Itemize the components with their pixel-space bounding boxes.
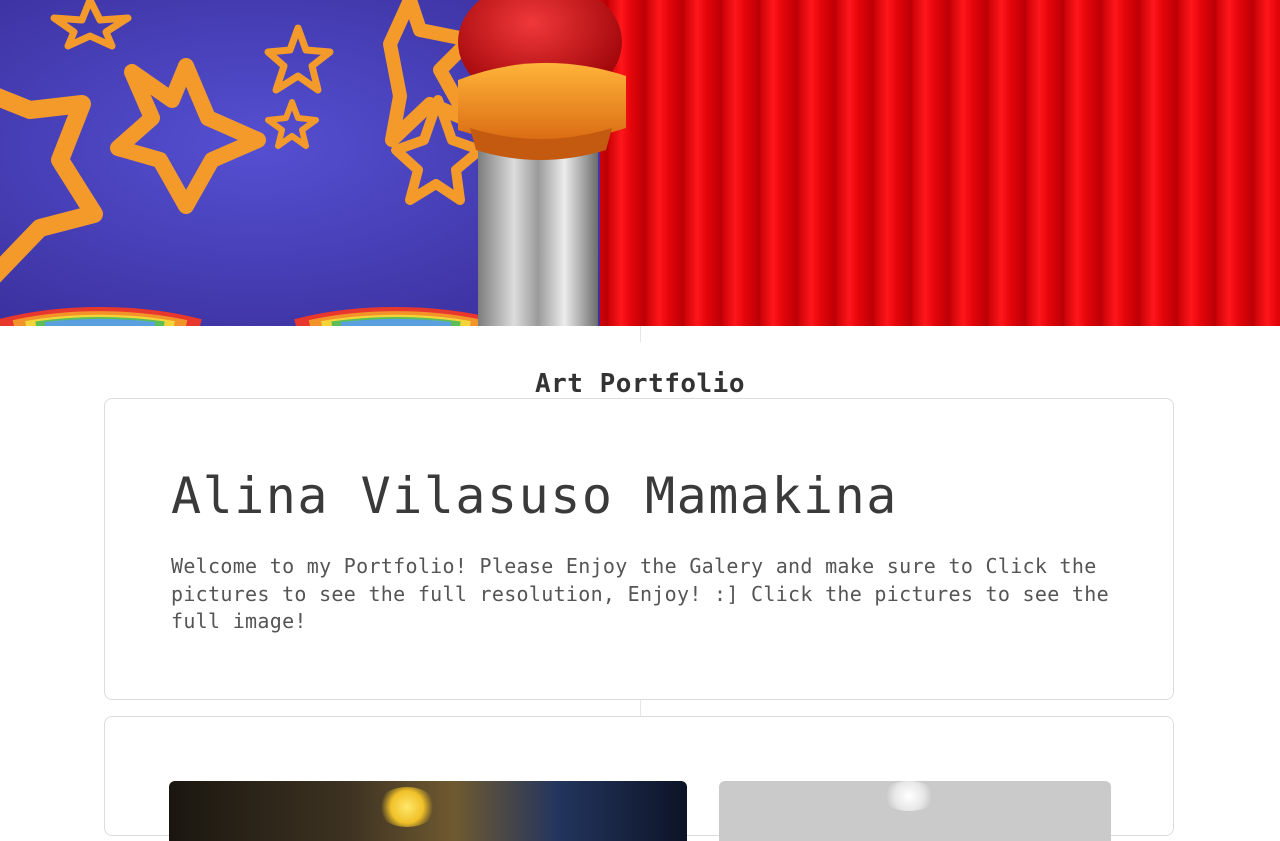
center-divider-top [640, 326, 641, 342]
center-divider-bottom [640, 700, 641, 716]
rainbow-right [294, 306, 498, 326]
artist-name: Alina Vilasuso Mamakina [171, 467, 898, 525]
site-title: Art Portfolio [535, 369, 745, 400]
gallery-image-2[interactable] [719, 781, 1111, 841]
welcome-text: Welcome to my Portfolio! Please Enjoy th… [171, 554, 1109, 633]
gallery-card [104, 716, 1174, 841]
rainbow-left [0, 306, 202, 326]
grayscale-drawing [881, 781, 937, 811]
intro-card: Alina Vilasuso Mamakina Welcome to my Po… [104, 398, 1174, 700]
hero-banner [0, 0, 1280, 326]
flower-painting [377, 787, 437, 827]
banner-illustration [0, 0, 1280, 326]
gallery-image-1[interactable] [169, 781, 687, 841]
